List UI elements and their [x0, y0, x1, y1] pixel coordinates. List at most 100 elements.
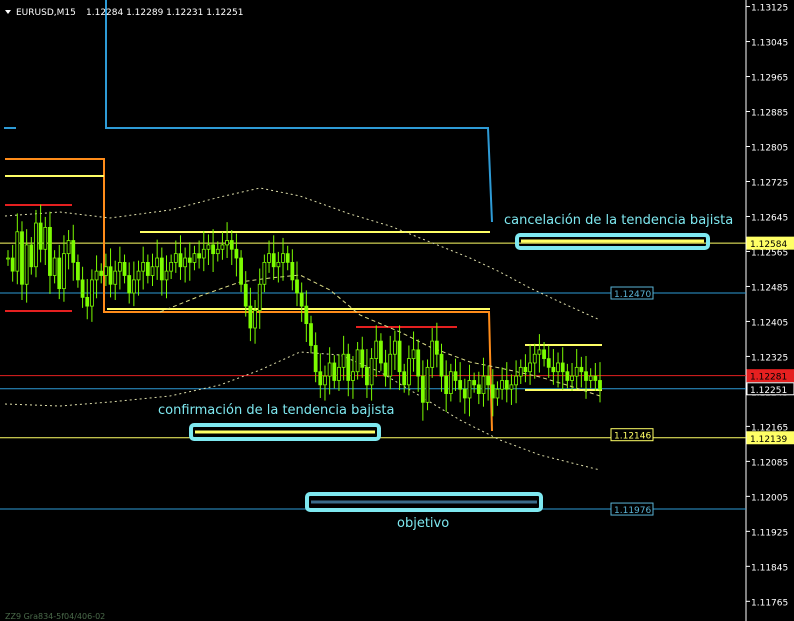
candle-body-115: [542, 349, 546, 360]
candle-body-44: [211, 244, 216, 255]
candle-body-51: [243, 283, 248, 307]
target-annotation: objetivo: [397, 516, 449, 531]
inline-price-label-1: 1.12470: [614, 290, 651, 300]
candle-body-95: [448, 371, 453, 394]
candle-body-92: [434, 340, 439, 355]
candle-body-9: [48, 227, 52, 276]
candle-body-109: [514, 375, 518, 386]
candle-body-39: [187, 257, 192, 263]
candle-body-94: [444, 375, 449, 394]
candle-body-47: [225, 240, 229, 246]
candle-body-117: [551, 366, 556, 373]
candle-body-125: [588, 375, 593, 381]
candle-body-37: [178, 253, 183, 268]
candle-body-87: [411, 349, 416, 360]
candle-body-127: [598, 380, 602, 390]
candle-body-69: [327, 362, 332, 377]
price-marker-label-3: 1.12251: [750, 386, 787, 396]
candle-body-74: [351, 371, 355, 381]
candle-body-123: [579, 366, 584, 373]
candle-body-20: [99, 270, 104, 276]
candle-body-106: [500, 380, 505, 390]
candle-body-99: [467, 380, 472, 399]
candle-body-66: [313, 345, 318, 373]
candle-body-27: [131, 279, 136, 294]
candle-body-114: [537, 349, 542, 355]
candle-body-26: [127, 275, 132, 294]
candle-body-67: [318, 371, 323, 386]
ohlc-values: 1.12284 1.12289 1.12231 1.12251: [86, 8, 243, 18]
candle-body-36: [173, 253, 178, 263]
y-tick-label-4: 1.12805: [751, 144, 788, 154]
y-tick-label-15: 1.11925: [751, 528, 788, 538]
candle-body-54: [257, 283, 262, 311]
candle-body-41: [197, 253, 202, 259]
candle-body-1: [10, 257, 15, 272]
candle-body-59: [281, 253, 285, 263]
candle-body-55: [262, 261, 267, 285]
candle-body-98: [462, 388, 467, 399]
candle-body-121: [570, 375, 574, 381]
candle-body-61: [290, 261, 295, 281]
candle-body-11: [57, 257, 62, 290]
price-chart[interactable]: 1.13125 1.13045 1.12965 1.12885 1.12805 1.127…: [0, 0, 794, 621]
candle-body-40: [192, 253, 197, 263]
candle-body-33: [159, 257, 164, 281]
candle-body-53: [253, 310, 257, 329]
candle-body-80: [379, 340, 383, 364]
y-tick-label-3: 1.12885: [751, 109, 788, 119]
candle-body-79: [374, 340, 379, 360]
candle-body-68: [323, 375, 327, 386]
candle-body-29: [141, 261, 146, 272]
candle-body-16: [80, 279, 85, 298]
candle-body-12: [62, 253, 66, 290]
candle-body-24: [117, 261, 122, 272]
candle-body-126: [593, 375, 598, 381]
y-tick-label-0: 1.13125: [751, 4, 788, 14]
y-tick-label-9: 1.12405: [751, 318, 788, 328]
price-marker-label-2: 1.12281: [750, 373, 787, 383]
confirm-annotation: confirmación de la tendencia bajista: [158, 403, 394, 418]
candle-body-88: [416, 349, 421, 377]
inline-price-label-4: 1.12146: [614, 432, 651, 442]
y-tick-label-6: 1.12645: [751, 213, 788, 223]
candle-body-0: [6, 257, 10, 260]
candle-body-62: [295, 279, 299, 294]
candle-body-119: [560, 362, 565, 373]
footer-text: ZZ9 Gra834-5f04/406-02: [5, 612, 105, 621]
candle-body-111: [523, 366, 528, 373]
candle-body-122: [574, 366, 579, 377]
candle-body-28: [136, 270, 141, 281]
symbol-label: EURUSD,M15: [16, 8, 76, 18]
candle-body-60: [285, 253, 290, 263]
candle-body-57: [271, 253, 276, 268]
candle-body-72: [341, 353, 346, 368]
candle-body-93: [439, 353, 444, 377]
candle-body-38: [183, 257, 188, 268]
candle-body-101: [476, 384, 481, 394]
candle-body-102: [481, 375, 486, 394]
candle-body-30: [145, 261, 150, 276]
candle-body-71: [337, 366, 341, 381]
candle-body-42: [201, 248, 206, 259]
candle-body-82: [388, 353, 393, 377]
price-marker-label-5: 1.12139: [750, 435, 787, 445]
candle-body-25: [122, 261, 127, 276]
candle-body-100: [472, 380, 477, 386]
cancel-annotation: cancelación de la tendencia bajista: [504, 213, 733, 228]
candle-body-6: [34, 222, 38, 268]
candle-body-105: [495, 388, 500, 399]
candle-body-107: [504, 380, 509, 390]
candle-body-3: [20, 231, 24, 285]
candle-body-21: [103, 266, 108, 276]
candle-body-108: [509, 384, 514, 390]
candle-body-49: [234, 248, 239, 259]
candle-body-96: [453, 371, 458, 381]
candle-body-65: [309, 323, 313, 346]
candle-body-86: [406, 358, 411, 386]
candle-body-118: [556, 362, 560, 373]
candle-body-89: [420, 375, 425, 403]
y-tick-label-13: 1.12085: [751, 458, 788, 468]
candle-body-13: [66, 240, 71, 255]
candle-body-2: [15, 231, 20, 272]
